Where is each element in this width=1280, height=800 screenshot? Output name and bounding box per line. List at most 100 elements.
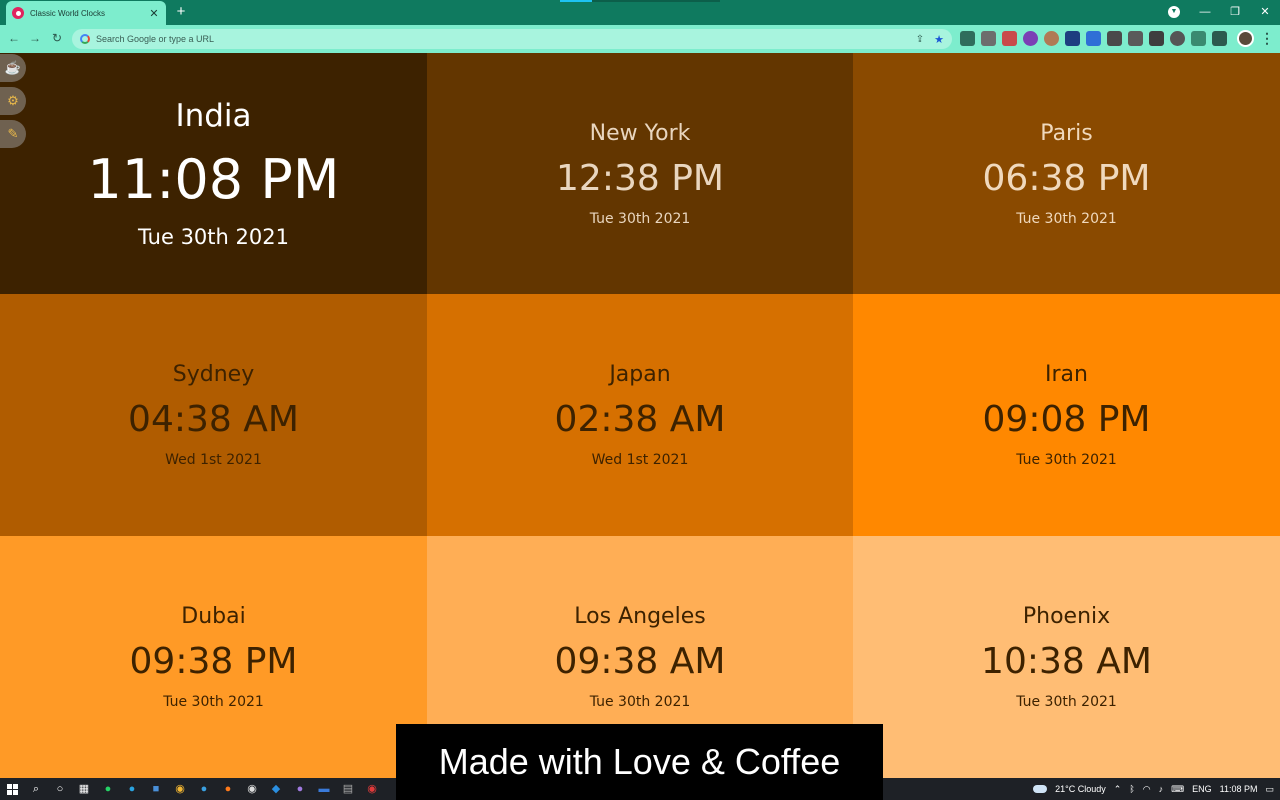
extension-icon[interactable] bbox=[1002, 31, 1017, 46]
browser-tab-bar: Classic World Clocks ✕ + ▼ — ❐ ✕ bbox=[0, 0, 1280, 25]
notification-icon[interactable]: ▭ bbox=[1265, 784, 1274, 795]
city-name: Japan bbox=[609, 362, 671, 387]
app-icon[interactable]: ■ bbox=[148, 781, 164, 797]
extension-icon[interactable] bbox=[1149, 31, 1164, 46]
app-icon[interactable]: ▬ bbox=[316, 781, 332, 797]
extension-icon[interactable] bbox=[1107, 31, 1122, 46]
extension-icon[interactable] bbox=[1086, 31, 1101, 46]
whatsapp-icon[interactable]: ● bbox=[100, 781, 116, 797]
tab-close-icon[interactable]: ✕ bbox=[148, 7, 160, 20]
clock-card-india: India 11:08 PM Tue 30th 2021 bbox=[0, 53, 427, 294]
city-name: Sydney bbox=[172, 362, 255, 387]
clock-date: Tue 30th 2021 bbox=[163, 694, 264, 710]
back-icon[interactable]: ← bbox=[6, 30, 22, 46]
extensions-row bbox=[960, 31, 1227, 46]
clock-date: Tue 30th 2021 bbox=[589, 694, 691, 710]
address-input[interactable]: Search Google or type a URL bbox=[96, 34, 906, 44]
clock-card-sydney: Sydney 04:38 AM Wed 1st 2021 bbox=[0, 294, 427, 536]
chrome-icon[interactable]: ◉ bbox=[172, 781, 188, 797]
system-tray: 21°C Cloudy ⌃ ᛒ ◠ ♪ ⌨ ENG 11:08 PM ▭ bbox=[1033, 778, 1274, 800]
clock-card-japan: Japan 02:38 AM Wed 1st 2021 bbox=[427, 294, 853, 536]
clock-time: 02:38 AM bbox=[554, 399, 726, 440]
clock-time: 09:08 PM bbox=[982, 399, 1151, 440]
puzzle-icon[interactable] bbox=[1212, 31, 1227, 46]
language-indicator[interactable]: ENG bbox=[1192, 784, 1212, 794]
clock-card-phoenix: Phoenix 10:38 AM Tue 30th 2021 bbox=[853, 536, 1280, 778]
forward-icon[interactable]: → bbox=[27, 30, 43, 46]
city-name: Dubai bbox=[181, 604, 246, 629]
close-window-button[interactable]: ✕ bbox=[1250, 0, 1280, 24]
extension-icon[interactable] bbox=[981, 31, 996, 46]
city-name: Paris bbox=[1040, 120, 1093, 146]
extension-icon[interactable] bbox=[1191, 31, 1206, 46]
coffee-icon: ☕ bbox=[4, 60, 22, 75]
bookmark-star-icon[interactable]: ★ bbox=[934, 33, 944, 46]
taskbar-clock[interactable]: 11:08 PM bbox=[1220, 784, 1258, 794]
weather-text[interactable]: 21°C Cloudy bbox=[1055, 784, 1106, 794]
google-icon bbox=[80, 34, 90, 44]
extension-icon[interactable] bbox=[1128, 31, 1143, 46]
extension-icon[interactable] bbox=[1065, 31, 1080, 46]
profile-menu-icon[interactable]: ▼ bbox=[1168, 6, 1180, 18]
record-icon[interactable]: ◉ bbox=[364, 781, 380, 797]
taskbar-apps: ⌕ ○ ▦ ● ● ■ ◉ ● ● ◉ ◆ ● ▬ ▤ ◉ bbox=[28, 781, 380, 797]
clock-time: 04:38 AM bbox=[128, 399, 299, 440]
extension-icon[interactable] bbox=[960, 31, 975, 46]
browser-toolbar: ← → ↻ Search Google or type a URL ⇪ ★ ⋮ bbox=[0, 25, 1280, 53]
extension-icon[interactable] bbox=[1170, 31, 1185, 46]
wifi-icon[interactable]: ◠ bbox=[1143, 784, 1151, 795]
avatar[interactable] bbox=[1237, 30, 1254, 47]
search-icon[interactable]: ⌕ bbox=[28, 781, 44, 797]
clock-card-paris: Paris 06:38 PM Tue 30th 2021 bbox=[853, 53, 1280, 294]
edge-icon[interactable]: ● bbox=[196, 781, 212, 797]
gear-icon: ⚙ bbox=[7, 93, 19, 108]
chevron-up-icon[interactable]: ⌃ bbox=[1114, 784, 1122, 795]
clock-time: 09:38 AM bbox=[554, 641, 726, 682]
vscode-icon[interactable]: ◆ bbox=[268, 781, 284, 797]
telegram-icon[interactable]: ● bbox=[124, 781, 140, 797]
clock-card-dubai: Dubai 09:38 PM Tue 30th 2021 bbox=[0, 536, 427, 778]
menu-dots-icon[interactable]: ⋮ bbox=[1260, 30, 1274, 47]
city-name: Los Angeles bbox=[574, 604, 706, 629]
extension-icon[interactable] bbox=[1023, 31, 1038, 46]
clock-date: Wed 1st 2021 bbox=[165, 452, 262, 468]
clock-time: 12:38 PM bbox=[556, 157, 724, 199]
firefox-icon[interactable]: ● bbox=[220, 781, 236, 797]
tab-title: Classic World Clocks bbox=[30, 8, 105, 18]
share-icon[interactable]: ⇪ bbox=[916, 34, 924, 45]
made-with-love-banner: Made with Love & Coffee bbox=[396, 724, 883, 800]
keyboard-icon[interactable]: ⌨ bbox=[1171, 784, 1184, 795]
start-button[interactable] bbox=[0, 778, 24, 800]
new-tab-button[interactable]: + bbox=[172, 3, 190, 21]
city-name: Iran bbox=[1045, 362, 1088, 387]
task-view-icon[interactable]: ▦ bbox=[76, 781, 92, 797]
clock-card-iran: Iran 09:08 PM Tue 30th 2021 bbox=[853, 294, 1280, 536]
clock-date: Tue 30th 2021 bbox=[1016, 452, 1117, 468]
clock-time: 06:38 PM bbox=[982, 157, 1151, 199]
app-icon[interactable]: ◉ bbox=[244, 781, 260, 797]
volume-icon[interactable]: ♪ bbox=[1159, 784, 1164, 794]
clock-date: Tue 30th 2021 bbox=[1016, 210, 1117, 227]
cortana-icon[interactable]: ○ bbox=[52, 781, 68, 797]
extension-icon[interactable] bbox=[1044, 31, 1059, 46]
cloud-icon bbox=[1033, 785, 1048, 793]
reload-icon[interactable]: ↻ bbox=[49, 30, 65, 46]
clock-date: Tue 30th 2021 bbox=[138, 225, 289, 249]
clock-time: 10:38 AM bbox=[981, 641, 1152, 682]
city-name: New York bbox=[589, 120, 691, 146]
city-name: India bbox=[175, 98, 252, 134]
tab-strip-indicator bbox=[560, 0, 720, 2]
app-icon[interactable]: ● bbox=[292, 781, 308, 797]
clock-time: 09:38 PM bbox=[129, 641, 298, 682]
restore-button[interactable]: ❐ bbox=[1220, 0, 1250, 24]
clock-grid: India 11:08 PM Tue 30th 2021 New York 12… bbox=[0, 53, 1280, 778]
clock-card-new-york: New York 12:38 PM Tue 30th 2021 bbox=[427, 53, 853, 294]
minimize-button[interactable]: — bbox=[1190, 0, 1220, 24]
clock-date: Wed 1st 2021 bbox=[591, 452, 689, 468]
clock-date: Tue 30th 2021 bbox=[1016, 694, 1117, 710]
bluetooth-icon[interactable]: ᛒ bbox=[1129, 784, 1134, 794]
address-bar[interactable]: Search Google or type a URL ⇪ ★ bbox=[72, 29, 952, 49]
city-name: Phoenix bbox=[1022, 604, 1111, 629]
calculator-icon[interactable]: ▤ bbox=[340, 781, 356, 797]
browser-tab[interactable]: Classic World Clocks ✕ bbox=[6, 1, 166, 25]
